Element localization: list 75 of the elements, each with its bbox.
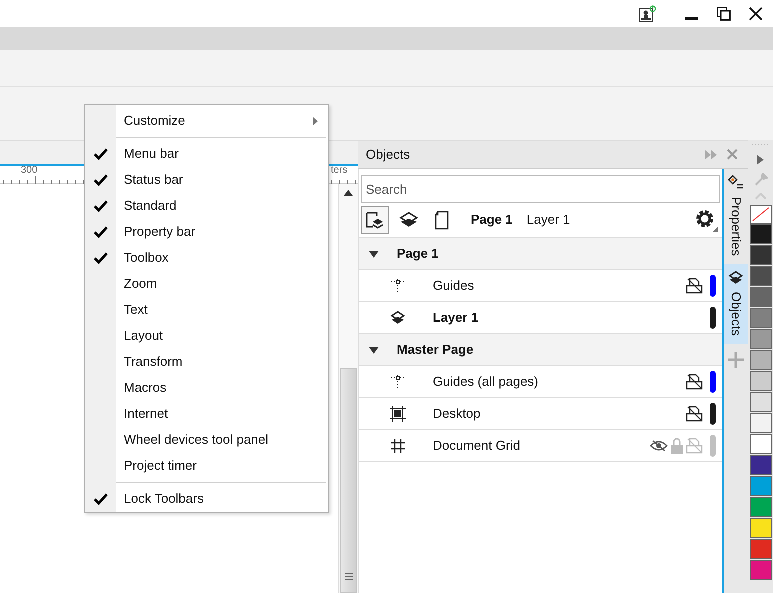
color-swatch[interactable]: [750, 497, 772, 517]
color-swatch[interactable]: [750, 371, 772, 391]
color-swatch[interactable]: [750, 413, 772, 433]
submenu-arrow-icon: [313, 116, 318, 126]
color-swatch[interactable]: [750, 329, 772, 349]
menu-item[interactable]: Transform: [85, 349, 328, 375]
tree-group-row[interactable]: Page 1: [359, 238, 722, 270]
properties-icon: [728, 175, 744, 191]
scrollbar[interactable]: [338, 184, 358, 593]
dotted-grip-icon[interactable]: [750, 142, 770, 148]
menu-item[interactable]: Property bar: [85, 219, 328, 245]
hidden-eye-icon[interactable]: [650, 440, 668, 452]
color-swatch[interactable]: [750, 476, 772, 496]
menu-item[interactable]: Wheel devices tool panel: [85, 427, 328, 453]
layer-color-bar[interactable]: [710, 402, 716, 424]
guides-icon: [390, 374, 406, 390]
menu-item[interactable]: Toolbox: [85, 245, 328, 271]
view-button[interactable]: [361, 206, 389, 234]
tree-item-row[interactable]: Document Grid: [359, 430, 722, 462]
panel-title: Objects: [366, 146, 412, 164]
tree-item-row[interactable]: Guides: [359, 270, 722, 302]
menu-item[interactable]: Customize: [85, 108, 328, 134]
color-swatch[interactable]: [750, 308, 772, 328]
color-swatch[interactable]: [750, 392, 772, 412]
side-tab[interactable]: Objects: [724, 264, 748, 344]
menu-item[interactable]: Project timer: [85, 453, 328, 479]
tree-item-row[interactable]: Guides (all pages): [359, 366, 722, 398]
scrollbar-thumb[interactable]: [340, 368, 357, 593]
grid-icon: [390, 438, 406, 454]
menu-item[interactable]: Zoom: [85, 271, 328, 297]
color-swatch[interactable]: [750, 224, 772, 244]
menu-item[interactable]: Status bar: [85, 167, 328, 193]
layer-icon: [390, 310, 406, 326]
color-swatch[interactable]: [750, 560, 772, 580]
current-layer: Layer 1: [526, 211, 572, 230]
guides-icon: [390, 278, 406, 294]
layer-color-bar[interactable]: [710, 306, 716, 328]
menu-item[interactable]: Standard: [85, 193, 328, 219]
printer-icon[interactable]: [686, 406, 703, 422]
tree-item-row[interactable]: Desktop: [359, 398, 722, 430]
layer-color-bar[interactable]: [710, 370, 716, 392]
grip-icon: [344, 573, 352, 580]
current-page: Page 1: [471, 211, 513, 230]
expanded-caret-icon[interactable]: [369, 248, 379, 258]
printer-icon[interactable]: [686, 374, 703, 390]
desktop-icon: [390, 406, 406, 422]
play-arrow-icon[interactable]: [757, 155, 764, 165]
menu-item[interactable]: Internet: [85, 401, 328, 427]
settings-icon[interactable]: [694, 208, 718, 232]
color-swatch[interactable]: [750, 455, 772, 475]
menu-item[interactable]: Text: [85, 297, 328, 323]
ruler-units: ters: [331, 166, 348, 176]
restore-icon[interactable]: [717, 6, 731, 20]
expanded-caret-icon[interactable]: [369, 344, 379, 354]
menu-item[interactable]: Lock Toolbars: [85, 486, 328, 512]
color-swatch[interactable]: [750, 434, 772, 454]
color-swatch[interactable]: [750, 287, 772, 307]
user-status-icon[interactable]: [639, 4, 657, 22]
layers-icon: [728, 270, 744, 286]
menu-item[interactable]: Layout: [85, 323, 328, 349]
ruler-label: 300: [21, 166, 38, 176]
color-swatch[interactable]: [750, 245, 772, 265]
scroll-up-icon[interactable]: [344, 190, 353, 196]
close-icon[interactable]: [749, 6, 763, 20]
no-color-swatch[interactable]: [750, 205, 772, 224]
layer-color-bar[interactable]: [710, 274, 716, 296]
menu-item[interactable]: Macros: [85, 375, 328, 401]
color-swatch[interactable]: [750, 350, 772, 370]
layer-color-bar[interactable]: [710, 434, 716, 456]
search-field[interactable]: Search: [361, 175, 720, 203]
color-swatch[interactable]: [750, 518, 772, 538]
color-swatch[interactable]: [750, 539, 772, 559]
color-swatch[interactable]: [750, 266, 772, 286]
tree-group-row[interactable]: Master Page: [359, 334, 722, 366]
printer-icon[interactable]: [686, 278, 703, 294]
